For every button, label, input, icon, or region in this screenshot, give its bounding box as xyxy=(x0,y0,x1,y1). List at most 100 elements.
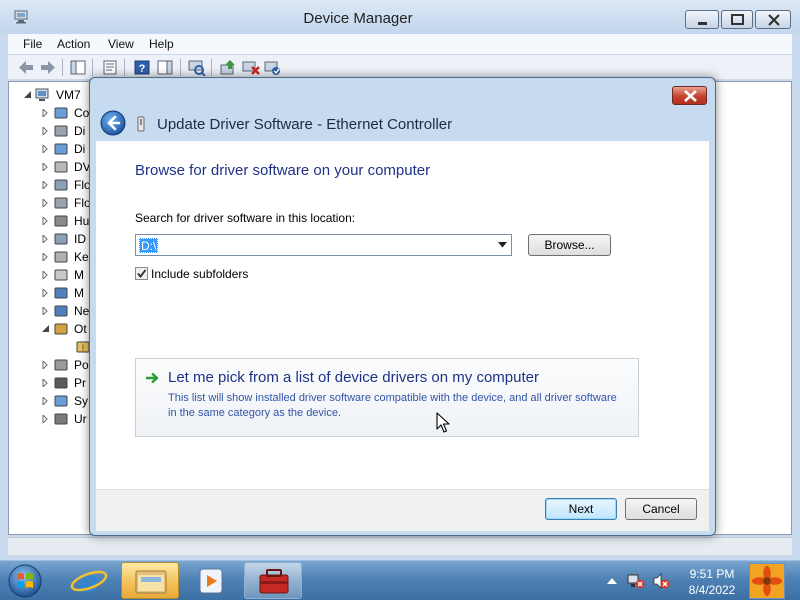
tree-item-label: Ne xyxy=(74,304,90,318)
taskbar-media-player[interactable] xyxy=(182,562,240,599)
update-driver-dialog: Update Driver Software - Ethernet Contro… xyxy=(89,77,716,536)
location-input-selection[interactable]: D:\ xyxy=(139,238,159,253)
taskbar-windows-explorer[interactable] xyxy=(121,562,179,599)
toolbar-separator xyxy=(92,59,93,76)
floppy-drive-icon xyxy=(54,197,68,209)
port-icon xyxy=(54,359,68,371)
disk-drive-icon xyxy=(54,125,68,137)
tree-item-label: Pr xyxy=(74,376,86,390)
tree-item-label: Co xyxy=(74,106,90,120)
taskbar-internet-explorer[interactable]: e xyxy=(60,562,118,599)
ide-controller-icon xyxy=(54,233,68,245)
pick-from-list-title[interactable]: Let me pick from a list of device driver… xyxy=(168,369,539,386)
network-icon[interactable] xyxy=(627,572,645,590)
tree-item-label: Di xyxy=(74,124,86,138)
title-bar[interactable]: Device Manager xyxy=(0,0,800,34)
expand-icon[interactable] xyxy=(42,217,49,225)
toolbox-icon xyxy=(259,569,289,594)
folder-icon xyxy=(135,570,167,594)
enable-device-icon[interactable] xyxy=(264,59,282,76)
user-picture-flower-icon[interactable] xyxy=(749,563,785,599)
expand-icon[interactable] xyxy=(42,127,49,135)
other-devices-icon xyxy=(54,323,68,335)
browse-button[interactable]: Browse... xyxy=(528,234,611,256)
mouse-cursor-icon xyxy=(436,412,450,433)
toolbar-separator xyxy=(180,59,181,76)
clock-time[interactable]: 9:51 PM xyxy=(674,567,750,581)
properties-icon[interactable] xyxy=(101,59,119,76)
system-device-icon xyxy=(54,395,68,407)
tree-item-label: Di xyxy=(74,142,86,156)
tree-item-label: M xyxy=(74,268,84,282)
expand-icon[interactable] xyxy=(42,253,49,261)
close-button[interactable] xyxy=(755,10,791,29)
scan-hardware-changes-icon[interactable] xyxy=(188,59,206,76)
dialog-footer: Next Cancel xyxy=(96,489,709,531)
expand-icon[interactable] xyxy=(42,397,49,405)
back-button[interactable] xyxy=(100,110,126,136)
svg-text:e: e xyxy=(79,565,98,599)
expand-icon[interactable] xyxy=(42,145,49,153)
taskbar: e 9:51 PM 8/4/2022 xyxy=(0,560,800,600)
taskbar-device-manager[interactable] xyxy=(244,562,302,599)
toolbar-separator xyxy=(211,59,212,76)
maximize-button[interactable] xyxy=(721,10,753,29)
dialog-close-button[interactable] xyxy=(672,86,707,105)
menu-file[interactable]: File xyxy=(23,37,42,51)
start-orb-icon[interactable] xyxy=(4,562,46,600)
mouse-icon xyxy=(54,269,68,281)
menu-bar: File Action View Help xyxy=(8,34,792,54)
hid-icon xyxy=(54,215,68,227)
dialog-heading: Browse for driver software on your compu… xyxy=(135,162,431,179)
help-icon[interactable]: ? xyxy=(133,59,151,76)
pick-from-list-description: This list will show installed driver sof… xyxy=(168,392,617,419)
usb-controller-icon xyxy=(54,413,68,425)
show-hidden-icons-icon[interactable] xyxy=(607,577,617,585)
chevron-down-icon[interactable] xyxy=(498,242,507,248)
minimize-button[interactable] xyxy=(685,10,719,29)
network-adapter-icon xyxy=(54,305,68,317)
update-driver-icon[interactable] xyxy=(219,59,237,76)
expand-icon[interactable] xyxy=(42,415,49,423)
expand-icon[interactable] xyxy=(42,271,49,279)
expand-icon[interactable] xyxy=(42,289,49,297)
uninstall-device-icon[interactable] xyxy=(242,59,260,76)
expand-icon[interactable] xyxy=(42,361,49,369)
location-combobox[interactable]: D:\ xyxy=(135,234,512,256)
expand-icon[interactable] xyxy=(42,235,49,243)
expand-icon[interactable] xyxy=(42,307,49,315)
internet-explorer-icon: e xyxy=(70,565,108,599)
expand-icon[interactable] xyxy=(42,199,49,207)
include-subfolders-label[interactable]: Include subfolders xyxy=(151,267,248,281)
expand-icon[interactable] xyxy=(42,109,49,117)
menu-action[interactable]: Action xyxy=(57,37,90,51)
status-bar xyxy=(8,537,792,555)
next-button[interactable]: Next xyxy=(545,498,617,520)
collapse-icon[interactable] xyxy=(42,325,49,333)
action-pane-icon[interactable] xyxy=(156,59,174,76)
expand-icon[interactable] xyxy=(42,379,49,387)
pick-from-list-option[interactable]: Let me pick from a list of device driver… xyxy=(135,358,639,437)
close-icon xyxy=(684,90,697,102)
forward-arrow-icon[interactable] xyxy=(39,59,57,76)
toolbar-separator xyxy=(62,59,63,76)
menu-help[interactable]: Help xyxy=(149,37,174,51)
include-subfolders-checkbox[interactable] xyxy=(135,267,148,280)
volume-muted-icon[interactable] xyxy=(652,572,670,590)
clock-date[interactable]: 8/4/2022 xyxy=(674,583,750,597)
floppy-controller-icon xyxy=(54,179,68,191)
close-icon xyxy=(768,14,780,26)
back-arrow-icon[interactable] xyxy=(17,59,35,76)
expand-icon[interactable] xyxy=(42,181,49,189)
svg-text:?: ? xyxy=(139,63,146,75)
collapse-icon[interactable] xyxy=(24,91,31,99)
green-arrow-icon xyxy=(146,372,159,384)
expand-icon[interactable] xyxy=(42,163,49,171)
tree-item-label: Po xyxy=(74,358,89,372)
cancel-button[interactable]: Cancel xyxy=(625,498,697,520)
toolbar-separator xyxy=(124,59,125,76)
show-hide-console-tree-icon[interactable] xyxy=(69,59,87,76)
menu-view[interactable]: View xyxy=(108,37,134,51)
computer-icon xyxy=(54,107,68,119)
tree-item-label: Ke xyxy=(74,250,89,264)
